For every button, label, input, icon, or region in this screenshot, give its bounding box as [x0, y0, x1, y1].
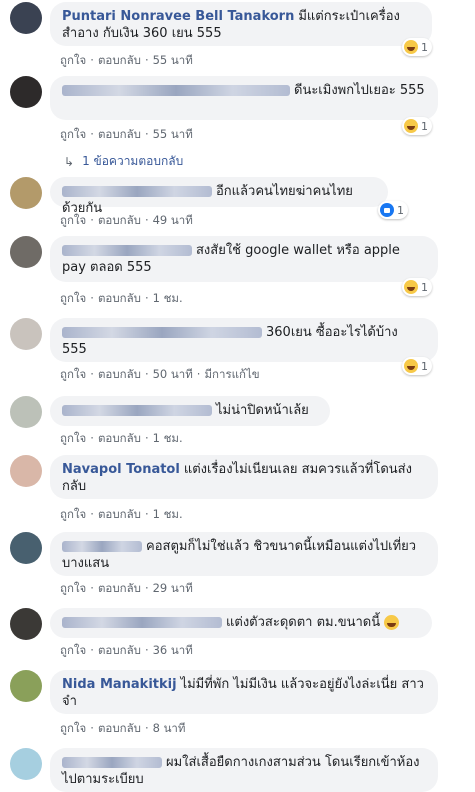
- comment-author[interactable]: Nida Manakitkij: [62, 677, 177, 692]
- comment-time[interactable]: 49 นาที: [153, 213, 193, 227]
- blurred-author-name: [62, 617, 222, 628]
- like-link[interactable]: ถูกใจ: [60, 291, 86, 305]
- comment-bubble: ผมใส่เสื้อยืดกางเกงสามส่วน โดนเรียกเข้าห…: [50, 748, 438, 792]
- like-link[interactable]: ถูกใจ: [60, 127, 86, 141]
- reply-link[interactable]: ตอบกลับ: [98, 721, 141, 735]
- haha-reaction-icon: [404, 280, 418, 294]
- comment-actions: ถูกใจ · ตอบกลับ · 49 นาที: [60, 213, 193, 227]
- comment-bubble: อีกแล้วคนไทยฆ่าคนไทยด้วยกัน: [50, 177, 388, 216]
- reply-link[interactable]: ตอบกลับ: [98, 431, 141, 445]
- comment-actions: ถูกใจ · ตอบกลับ · 50 นาที · มีการแก้ไข: [60, 367, 260, 381]
- reply-link[interactable]: ตอบกลับ: [98, 53, 141, 67]
- avatar[interactable]: [10, 76, 42, 108]
- comment-bubble: ดีนะเมิงพกไปเยอะ 555: [50, 76, 438, 120]
- reply-arrow-icon: ↳: [64, 154, 75, 169]
- blurred-author-name: [62, 186, 212, 197]
- reply-link[interactable]: ตอบกลับ: [98, 581, 141, 595]
- comment-actions: ถูกใจ · ตอบกลับ · 1 ชม.: [60, 507, 183, 521]
- comment-bubble: สงสัยใช้ google wallet หรือ apple pay ตล…: [50, 236, 438, 282]
- avatar[interactable]: [10, 608, 42, 640]
- comment-time[interactable]: 1 ชม.: [153, 507, 183, 521]
- comment-time[interactable]: 29 นาที: [153, 581, 193, 595]
- comment-bubble: แต่งตัวสะดุดตา ตม.ขนาดนี้: [50, 608, 432, 638]
- avatar[interactable]: [10, 236, 42, 268]
- comment-bubble: Puntari Nonravee Bell Tanakorn มีแต่กระเป…: [50, 2, 432, 46]
- comment-author[interactable]: Puntari Nonravee Bell Tanakorn: [62, 9, 294, 24]
- avatar[interactable]: [10, 455, 42, 487]
- reaction-badge[interactable]: 1: [402, 278, 432, 296]
- comment-bubble: Nida Manakitkij ไม่มีที่พัก ไม่มีเงิน แล้…: [50, 670, 438, 714]
- comment-text: ไม่น่าปิดหน้าเล้ย: [216, 403, 309, 418]
- like-link[interactable]: ถูกใจ: [60, 721, 86, 735]
- blurred-author-name: [62, 327, 262, 338]
- avatar[interactable]: [10, 748, 42, 780]
- blurred-author-name: [62, 541, 142, 552]
- reply-link[interactable]: ตอบกลับ: [98, 643, 141, 657]
- laughing-emoji-icon: [384, 615, 400, 630]
- comment-time[interactable]: 8 นาที: [153, 721, 186, 735]
- reply-link[interactable]: ตอบกลับ: [98, 291, 141, 305]
- like-link[interactable]: ถูกใจ: [60, 213, 86, 227]
- like-link[interactable]: ถูกใจ: [60, 367, 86, 381]
- reaction-badge[interactable]: 1: [402, 357, 432, 375]
- reply-link[interactable]: ตอบกลับ: [98, 127, 141, 141]
- comment-actions: ถูกใจ · ตอบกลับ · 55 นาที: [60, 53, 193, 67]
- like-link[interactable]: ถูกใจ: [60, 53, 86, 67]
- reaction-badge[interactable]: 1: [402, 117, 432, 135]
- haha-reaction-icon: [404, 40, 418, 54]
- avatar[interactable]: [10, 2, 42, 34]
- avatar[interactable]: [10, 177, 42, 209]
- avatar[interactable]: [10, 318, 42, 350]
- reaction-badge[interactable]: 1: [402, 38, 432, 56]
- reply-link[interactable]: ตอบกลับ: [98, 367, 141, 381]
- avatar[interactable]: [10, 670, 42, 702]
- haha-reaction-icon: [404, 119, 418, 133]
- like-reaction-icon: [380, 203, 394, 217]
- avatar[interactable]: [10, 532, 42, 564]
- blurred-author-name: [62, 405, 212, 416]
- comment-actions: ถูกใจ · ตอบกลับ · 29 นาที: [60, 581, 193, 595]
- blurred-author-name: [62, 85, 290, 96]
- comment-time[interactable]: 55 นาที: [153, 53, 193, 67]
- comment-text: แต่งตัวสะดุดตา ตม.ขนาดนี้: [226, 615, 381, 630]
- reply-link[interactable]: ตอบกลับ: [98, 507, 141, 521]
- comment-bubble: ไม่น่าปิดหน้าเล้ย: [50, 396, 330, 426]
- view-replies-link[interactable]: ↳ 1 ข้อความตอบกลับ: [64, 152, 183, 171]
- comment-bubble: คอสตูมก็ไม่ใช่แล้ว ชิวขนาดนี้เหมือนแต่งไ…: [50, 532, 438, 576]
- comment-actions: ถูกใจ · ตอบกลับ · 1 ชม.: [60, 431, 183, 445]
- like-link[interactable]: ถูกใจ: [60, 507, 86, 521]
- blurred-author-name: [62, 757, 162, 768]
- comment-bubble: 360เยน ซื้ออะไรได้บ้าง 555: [50, 318, 438, 362]
- comment-time[interactable]: 50 นาที: [153, 367, 193, 381]
- comment-actions: ถูกใจ · ตอบกลับ · 36 นาที: [60, 643, 193, 657]
- reply-link[interactable]: ตอบกลับ: [98, 213, 141, 227]
- like-link[interactable]: ถูกใจ: [60, 643, 86, 657]
- avatar[interactable]: [10, 396, 42, 428]
- comment-time[interactable]: 1 ชม.: [153, 431, 183, 445]
- comment-time[interactable]: 36 นาที: [153, 643, 193, 657]
- like-link[interactable]: ถูกใจ: [60, 431, 86, 445]
- comment-text: ดีนะเมิงพกไปเยอะ 555: [294, 83, 425, 98]
- comment-author[interactable]: Navapol Tonatol: [62, 462, 180, 477]
- reaction-badge[interactable]: 1: [378, 201, 408, 219]
- comment-actions: ถูกใจ · ตอบกลับ · 8 นาที: [60, 721, 186, 735]
- comment-actions: ถูกใจ · ตอบกลับ · 55 นาที: [60, 127, 193, 141]
- comment-bubble: Navapol Tonatol แต่งเรื่องไม่เนียนเลย สมค…: [50, 455, 438, 499]
- comment-time[interactable]: 55 นาที: [153, 127, 193, 141]
- comment-actions: ถูกใจ · ตอบกลับ · 1 ชม.: [60, 291, 183, 305]
- like-link[interactable]: ถูกใจ: [60, 581, 86, 595]
- blurred-author-name: [62, 245, 192, 256]
- edited-link[interactable]: มีการแก้ไข: [204, 367, 259, 381]
- haha-reaction-icon: [404, 359, 418, 373]
- comment-time[interactable]: 1 ชม.: [153, 291, 183, 305]
